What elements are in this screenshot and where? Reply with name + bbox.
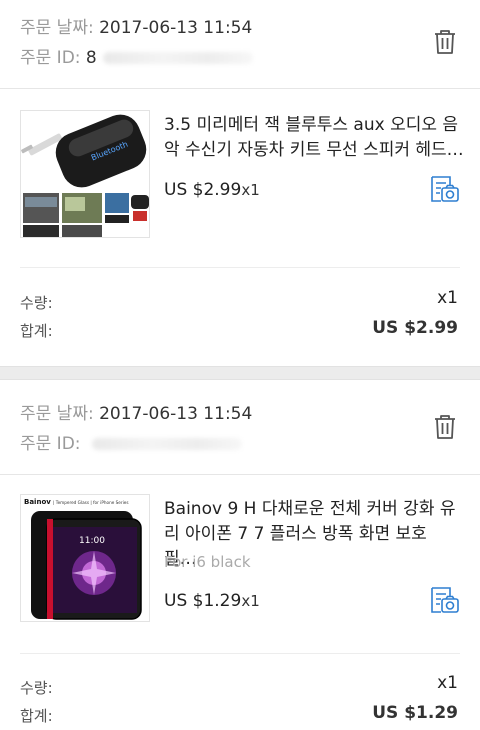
- order-date-value: 2017-06-13 11:54: [99, 404, 253, 424]
- screen-protector-image: Bainov | Tempered Glass | for iPhone Ser…: [21, 495, 149, 621]
- divider: [20, 267, 460, 268]
- order-id: 주문 ID: 8: [20, 47, 420, 69]
- order-id-value: 8: [85, 48, 97, 68]
- thumb-brand: Bainov: [24, 498, 51, 506]
- total-value: US $2.99: [372, 318, 458, 338]
- thumb-caption: | Tempered Glass | for iPhone Series: [53, 500, 129, 505]
- product-qty-suffix: x1: [241, 181, 260, 199]
- product-price: US $1.29x1: [164, 591, 260, 611]
- order-id-label: 주문 ID:: [20, 48, 81, 68]
- product-price: US $2.99x1: [164, 180, 260, 200]
- order-date: 주문 날짜: 2017-06-13 11:54: [20, 17, 420, 39]
- redacted-order-id: [91, 438, 242, 450]
- order-date-label: 주문 날짜:: [20, 404, 94, 424]
- total-label: 합계:: [20, 322, 53, 340]
- quantity-label: 수량:: [20, 294, 53, 312]
- quantity-value: x1: [437, 288, 458, 308]
- product-title[interactable]: 3.5 미리메터 잭 블루투스 aux 오디오 음악 수신기 자동차 키트 무선…: [164, 113, 464, 163]
- divider: [20, 653, 460, 654]
- trash-icon[interactable]: [433, 414, 457, 440]
- order-card: 주문 날짜: 2017-06-13 11:54 주문 ID: Bainov | …: [0, 380, 480, 730]
- order-card: 주문 날짜: 2017-06-13 11:54 주문 ID: 8 Bluetoo…: [0, 0, 480, 366]
- product-thumbnail[interactable]: Bainov | Tempered Glass | for iPhone Ser…: [20, 494, 150, 622]
- product-price-value: US $1.29: [164, 591, 242, 611]
- divider: [0, 88, 480, 89]
- order-separator: [0, 366, 480, 380]
- thumb-time: 11:00: [79, 536, 105, 546]
- photo-review-icon[interactable]: [428, 584, 460, 616]
- product-variant: For i6 black: [164, 553, 251, 571]
- order-date-value: 2017-06-13 11:54: [99, 18, 253, 38]
- order-id: 주문 ID:: [20, 433, 420, 455]
- trash-icon[interactable]: [433, 29, 457, 55]
- order-id-label: 주문 ID:: [20, 434, 81, 454]
- product-price-value: US $2.99: [164, 180, 242, 200]
- product-thumbnail[interactable]: Bluetooth: [20, 110, 150, 238]
- divider: [0, 474, 480, 475]
- total-label: 합계:: [20, 707, 53, 725]
- quantity-label: 수량:: [20, 679, 53, 697]
- redacted-order-id: [102, 52, 253, 64]
- product-qty-suffix: x1: [241, 592, 260, 610]
- order-date: 주문 날짜: 2017-06-13 11:54: [20, 403, 420, 425]
- order-date-label: 주문 날짜:: [20, 18, 94, 38]
- quantity-value: x1: [437, 673, 458, 693]
- bluetooth-receiver-image: Bluetooth: [21, 111, 149, 237]
- photo-review-icon[interactable]: [428, 173, 460, 205]
- total-value: US $1.29: [372, 703, 458, 723]
